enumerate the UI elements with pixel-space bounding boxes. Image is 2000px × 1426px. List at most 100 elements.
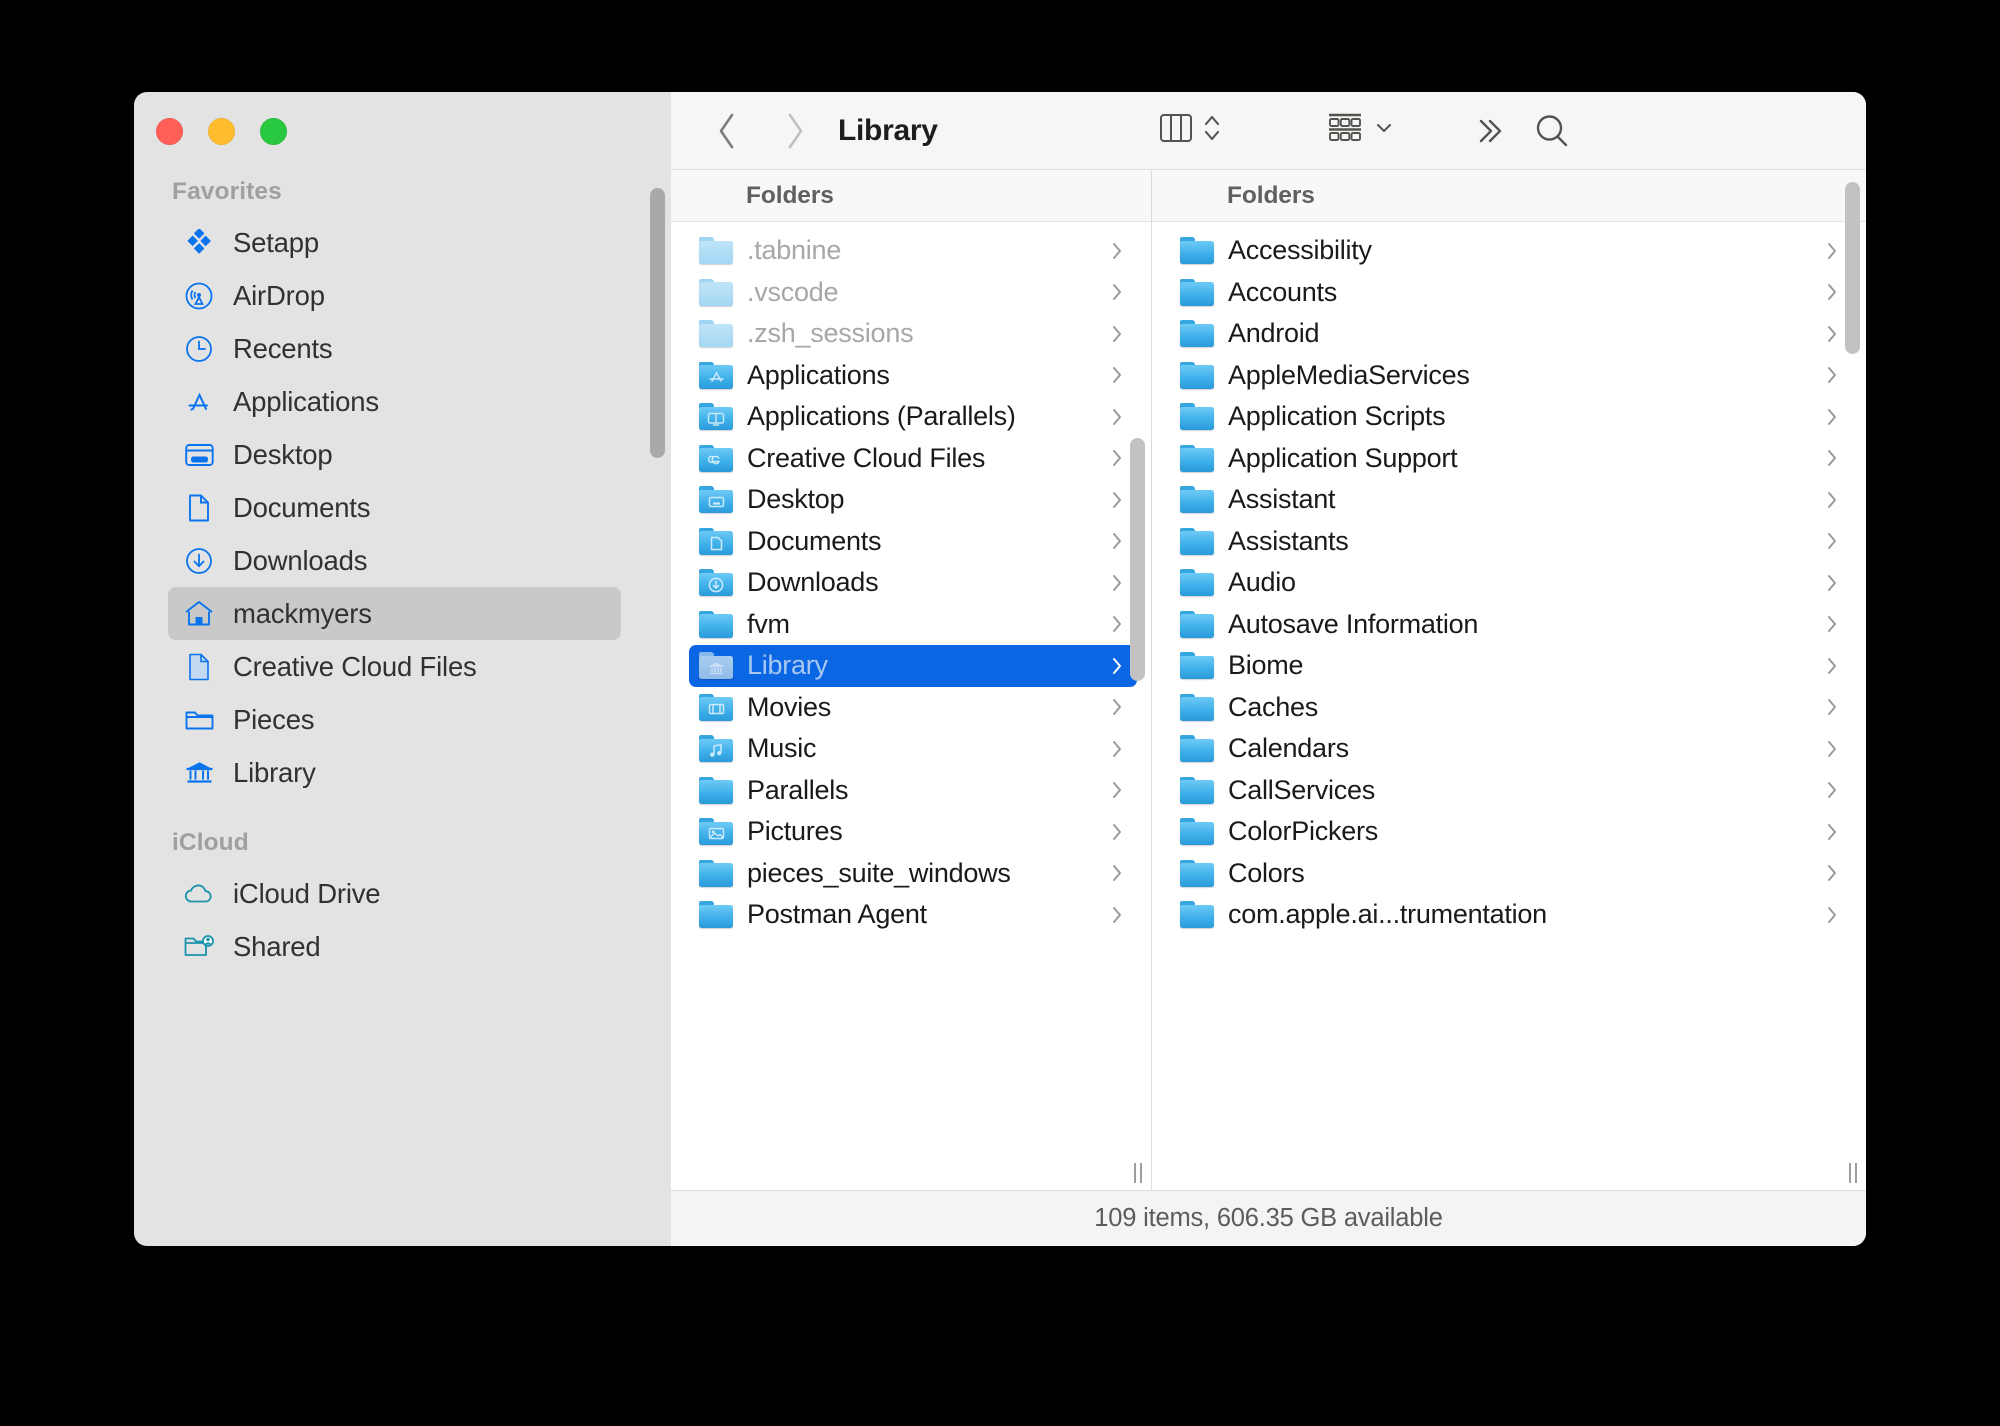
folder-icon — [1180, 818, 1214, 846]
column-view-icon[interactable] — [1158, 110, 1194, 151]
chevron-right-icon — [1824, 695, 1840, 719]
row-label: Autosave Information — [1228, 608, 1479, 639]
maximize-button[interactable] — [260, 118, 287, 145]
column-row[interactable]: AppleMediaServices — [1170, 355, 1852, 397]
folder-icon — [699, 569, 733, 597]
column-row[interactable]: Audio — [1170, 562, 1852, 604]
column-row[interactable]: Application Support — [1170, 438, 1852, 480]
column-row[interactable]: Autosave Information — [1170, 604, 1852, 646]
column-row[interactable]: Pictures — [689, 811, 1137, 853]
row-label: fvm — [747, 608, 790, 639]
chevron-right-icon — [1824, 778, 1840, 802]
column-row[interactable]: Assistant — [1170, 479, 1852, 521]
sidebar-item-label: Desktop — [233, 438, 333, 470]
sidebar-item-icloud-drive[interactable]: iCloud Drive — [168, 867, 621, 920]
column-row[interactable]: Creative Cloud Files — [689, 438, 1137, 480]
forward-button[interactable] — [775, 107, 815, 155]
column-row[interactable]: ColorPickers — [1170, 811, 1852, 853]
sidebar-item-recents[interactable]: Recents — [168, 322, 621, 375]
column-2-list[interactable]: Accessibility Accounts Android AppleMediaSe… — [1152, 222, 1866, 1190]
sidebar-group-icloud-title: iCloud — [172, 829, 249, 856]
column-row[interactable]: Parallels — [689, 770, 1137, 812]
column-row[interactable]: Calendars — [1170, 728, 1852, 770]
column-header-label: Folders — [1227, 181, 1315, 209]
sidebar-item-downloads[interactable]: Downloads — [168, 534, 621, 587]
up-down-chevron-icon[interactable] — [1203, 110, 1221, 151]
column-2-scrollbar[interactable] — [1845, 182, 1860, 354]
finder-window: Favorites Setapp AirDrop Recents Applica… — [134, 92, 1866, 1246]
sidebar-item-applications[interactable]: Applications — [168, 375, 621, 428]
column-row[interactable]: CallServices — [1170, 770, 1852, 812]
column-1: Folders .tabnine .vscode .zsh_sessions Appl… — [671, 170, 1152, 1190]
page-title: Library — [838, 113, 938, 147]
column-row[interactable]: Application Scripts — [1170, 396, 1852, 438]
chevron-right-icon — [1824, 280, 1840, 304]
search-button[interactable] — [1533, 112, 1571, 150]
folder-icon — [699, 776, 733, 804]
close-button[interactable] — [156, 118, 183, 145]
folder-icon — [1180, 444, 1214, 472]
column-row[interactable]: Applications (Parallels) — [689, 396, 1137, 438]
column-row[interactable]: Caches — [1170, 687, 1852, 729]
row-label: .vscode — [747, 276, 839, 307]
column-row[interactable]: Android — [1170, 313, 1852, 355]
sidebar-item-creative-cloud-files[interactable]: Creative Cloud Files — [168, 640, 621, 693]
column-row[interactable]: Downloads — [689, 562, 1137, 604]
sidebar-item-setapp[interactable]: Setapp — [168, 216, 621, 269]
sidebar-scrollbar[interactable] — [650, 188, 665, 458]
row-label: Postman Agent — [747, 899, 927, 930]
folder-icon — [1180, 859, 1214, 887]
column-row[interactable]: Music — [689, 728, 1137, 770]
column-1-scrollbar[interactable] — [1130, 438, 1145, 681]
row-label: Caches — [1228, 691, 1319, 722]
toolbar: Library — [671, 92, 1866, 170]
column-1-resize-handle[interactable] — [1130, 1163, 1145, 1183]
column-row[interactable]: Accounts — [1170, 272, 1852, 314]
chevron-right-icon — [1824, 861, 1840, 885]
sidebar-item-pieces[interactable]: Pieces — [168, 693, 621, 746]
sidebar-item-mackmyers[interactable]: mackmyers — [168, 587, 621, 640]
chevron-right-icon — [1109, 654, 1125, 678]
view-mode-control[interactable] — [1158, 110, 1221, 151]
sidebar-item-airdrop[interactable]: AirDrop — [168, 269, 621, 322]
sidebar-item-desktop[interactable]: Desktop — [168, 428, 621, 481]
column-row[interactable]: Biome — [1170, 645, 1852, 687]
chevron-down-icon[interactable] — [1374, 118, 1394, 143]
folder-icon — [699, 403, 733, 431]
group-items-icon[interactable] — [1326, 111, 1364, 150]
folder-outline-icon — [184, 705, 214, 735]
row-label: Creative Cloud Files — [747, 442, 986, 473]
folder-icon — [1180, 735, 1214, 763]
column-2-resize-handle[interactable] — [1845, 1163, 1860, 1183]
column-row[interactable]: Colors — [1170, 853, 1852, 895]
more-toolbar-items-button[interactable] — [1471, 113, 1507, 149]
sidebar-item-library[interactable]: Library — [168, 746, 621, 799]
column-1-list[interactable]: .tabnine .vscode .zsh_sessions Applications… — [671, 222, 1151, 1190]
chevron-right-icon — [1109, 737, 1125, 761]
folder-icon — [699, 527, 733, 555]
column-row[interactable]: Applications — [689, 355, 1137, 397]
arrange-control[interactable] — [1326, 111, 1394, 150]
row-label: Biome — [1228, 650, 1304, 681]
folder-icon — [699, 444, 733, 472]
column-row[interactable]: Accessibility — [1170, 230, 1852, 272]
column-row[interactable]: .vscode — [689, 272, 1137, 314]
row-label: CallServices — [1228, 774, 1376, 805]
column-row[interactable]: Library — [689, 645, 1137, 687]
sidebar-item-documents[interactable]: Documents — [168, 481, 621, 534]
column-row[interactable]: Documents — [689, 521, 1137, 563]
chevron-right-icon — [1824, 612, 1840, 636]
column-row[interactable]: .tabnine — [689, 230, 1137, 272]
minimize-button[interactable] — [208, 118, 235, 145]
column-row[interactable]: pieces_suite_windows — [689, 853, 1137, 895]
row-label: Movies — [747, 691, 832, 722]
column-row[interactable]: Assistants — [1170, 521, 1852, 563]
column-row[interactable]: Desktop — [689, 479, 1137, 521]
column-row[interactable]: fvm — [689, 604, 1137, 646]
sidebar-item-shared[interactable]: Shared — [168, 920, 621, 973]
column-row[interactable]: Movies — [689, 687, 1137, 729]
back-button[interactable] — [707, 107, 747, 155]
column-row[interactable]: Postman Agent — [689, 894, 1137, 936]
column-row[interactable]: com.apple.ai...trumentation — [1170, 894, 1852, 936]
column-row[interactable]: .zsh_sessions — [689, 313, 1137, 355]
